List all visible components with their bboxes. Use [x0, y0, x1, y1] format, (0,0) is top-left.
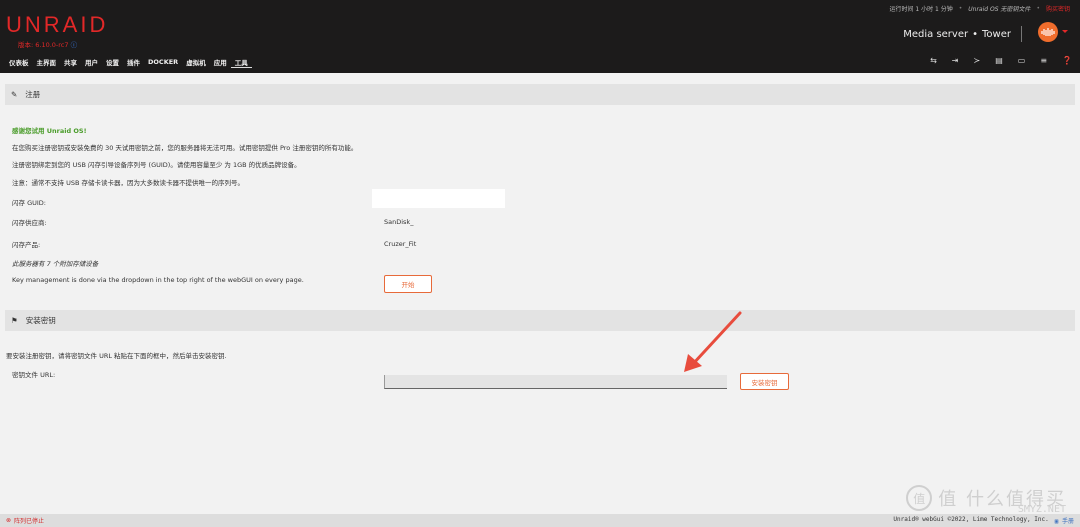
install-instructions: 要安装注册密钥，请将密钥文件 URL 粘贴在下面的框中，然后单击安装密钥. [6, 352, 227, 360]
nav-icons: ⇆ ⇥ ≻ ▤ ▭ ≡ ❓ [930, 56, 1072, 65]
section-title: 注册 [25, 90, 41, 99]
server-separator: • [972, 28, 979, 40]
product-label: 闪存产品: [12, 241, 41, 249]
nav-shares[interactable]: 共享 [60, 56, 81, 68]
guid-value [372, 189, 505, 208]
vendor-value: SanDisk_ [384, 218, 414, 226]
nav-docker[interactable]: DOCKER [144, 56, 182, 68]
registration-info-1: 在您购买注册密钥或安装免费的 30 天试用密钥之前，您的服务器将无法可用。试用密… [12, 144, 358, 152]
server-hostname: Tower [982, 28, 1011, 40]
unraid-logo[interactable]: UNRAID [6, 12, 108, 38]
top-header: UNRAID 版本: 6.10.0-rc7 ⓘ 运行时间 1 小时 1 分钟 •… [0, 0, 1080, 73]
uptime-text: 运行时间 1 小时 1 分钟 [889, 6, 953, 13]
logout-icon[interactable]: ⇥ [952, 56, 959, 65]
clipboard-icon[interactable]: ▤ [995, 56, 1003, 65]
info-icon[interactable]: ⓘ [71, 41, 78, 49]
manual-link[interactable]: ▣ 手册 [1055, 516, 1074, 525]
footer: ⊗ 阵列已停止 Unraid® webGui ©2022, Lime Techn… [0, 514, 1080, 527]
install-key-button[interactable]: 安装密钥 [740, 373, 789, 390]
main-nav: 仪表板 主界面 共享 用户 设置 插件 DOCKER 虚拟机 应用 工具 [5, 56, 252, 68]
pencil-icon: ✎ [11, 90, 18, 99]
status-bar: 运行时间 1 小时 1 分钟 • Unraid OS 无密钥文件 • 购买密钥 [889, 4, 1070, 13]
nav-settings[interactable]: 设置 [102, 56, 123, 68]
nav-users[interactable]: 用户 [81, 56, 102, 68]
registration-section-header: ✎ 注册 [5, 84, 1075, 105]
log-icon[interactable]: ≡ [1040, 56, 1047, 65]
annotation-arrow [684, 311, 742, 372]
watermark-logo-icon: 值 [906, 485, 933, 511]
key-url-input[interactable] [384, 375, 727, 389]
array-status: ⊗ 阵列已停止 [6, 517, 45, 525]
attached-devices-text: 此服务器有 7 个附加存储设备 [12, 260, 99, 268]
url-label: 密钥文件 URL: [12, 371, 56, 379]
registration-info-3: 注意：通常不支持 USB 存储卡读卡器，因为大多数读卡器不提供唯一的序列号。 [12, 179, 244, 187]
buy-key-link[interactable]: 购买密钥 [1046, 4, 1070, 13]
stop-icon: ⊗ [6, 517, 12, 524]
terminal-icon[interactable]: ⇆ [930, 56, 937, 65]
version-label: 版本: 6.10.0-rc7 ⓘ [18, 41, 78, 49]
server-info: Media server • Tower [903, 26, 1022, 42]
product-value: Cruzer_Fit [384, 240, 417, 248]
os-status: Unraid OS 无密钥文件 [968, 6, 1031, 13]
key-management-text: Key management is done via the dropdown … [12, 276, 304, 284]
nav-vms[interactable]: 虚拟机 [182, 56, 210, 68]
nav-plugins[interactable]: 插件 [123, 56, 144, 68]
nav-dashboard[interactable]: 仪表板 [5, 56, 33, 68]
book-icon: ▣ [1054, 518, 1059, 525]
monitor-icon[interactable]: ▭ [1018, 56, 1026, 65]
vendor-label: 闪存供应商: [12, 219, 47, 227]
section-title: 安装密钥 [25, 316, 56, 325]
chevron-down-icon[interactable] [1062, 30, 1068, 33]
console-icon[interactable]: ≻ [974, 56, 981, 65]
watermark: 值 值 什么值得买 SMYZ.NET [906, 485, 1066, 515]
nav-tools[interactable]: 工具 [230, 56, 252, 68]
install-key-section-header: ⚑ 安装密钥 [5, 310, 1075, 331]
nav-main[interactable]: 主界面 [33, 56, 61, 68]
copyright-text: Unraid® webGui ©2022, Lime Technology, I… [893, 516, 1049, 523]
footer-right: Unraid® webGui ©2022, Lime Technology, I… [893, 516, 1074, 525]
thanks-text: 感谢您试用 Unraid OS! [12, 127, 87, 135]
unraid-wave-icon [1041, 28, 1055, 36]
server-description: Media server [903, 28, 969, 40]
user-avatar[interactable] [1038, 22, 1058, 42]
flag-icon: ⚑ [11, 316, 18, 325]
help-icon[interactable]: ❓ [1062, 56, 1072, 65]
nav-apps[interactable]: 应用 [210, 56, 231, 68]
registration-info-2: 注册密钥绑定到您的 USB 闪存引导设备序列号 (GUID)。请使用容量至少 为… [12, 161, 301, 169]
start-button[interactable]: 开始 [384, 275, 432, 293]
guid-label: 闪存 GUID: [12, 199, 46, 207]
